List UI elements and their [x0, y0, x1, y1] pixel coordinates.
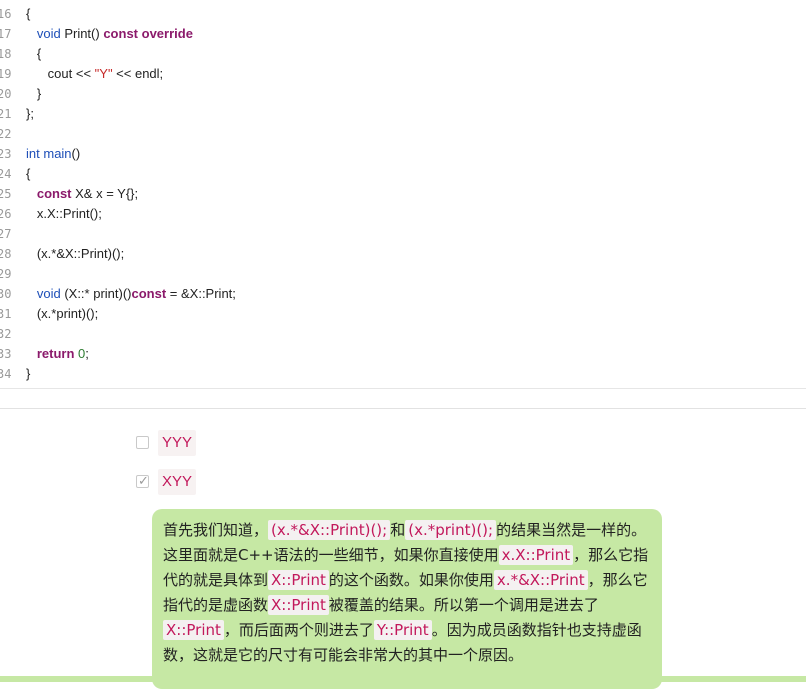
code-token: void	[36, 26, 61, 41]
explanation-segment: ，而后面两个则进去了	[223, 621, 374, 639]
code-token: {	[26, 6, 31, 21]
explanation-segment: 和	[390, 521, 406, 539]
code-text: {	[26, 4, 30, 24]
line-number: 31	[0, 307, 12, 321]
divider	[0, 408, 806, 409]
code-token: const	[131, 286, 167, 301]
code-token: ()	[71, 146, 81, 161]
explanation-text: 首先我们知道， (x.*&X::Print)(); 和 (x.*print)(); 的结…	[163, 518, 652, 668]
code-text: {	[26, 164, 30, 184]
code-text: int main()	[26, 144, 80, 164]
line-number: 25	[0, 187, 12, 201]
code-token: int	[26, 146, 40, 161]
code-token: = &X::Print;	[166, 286, 236, 301]
explanation-segment: 被覆盖的结果。所以第一个调用是进去了	[328, 596, 599, 614]
code-token: main	[43, 146, 72, 161]
code-text: void (X::* print)()const = &X::Print;	[26, 284, 236, 304]
code-token: cout <<	[26, 66, 95, 81]
code-text: cout << "Y" << endl;	[26, 64, 164, 84]
line-number: 22	[0, 127, 12, 141]
code-token: {	[26, 46, 42, 61]
line-number: 18	[0, 47, 12, 61]
line-number: 17	[0, 27, 12, 41]
line-number: 20	[0, 87, 12, 101]
line-number: 16	[0, 7, 12, 21]
line-number: 30	[0, 287, 12, 301]
code-token: (x.*print)();	[26, 306, 99, 321]
code-text: const X& x = Y{};	[26, 184, 138, 204]
option-label: XYY	[158, 469, 197, 495]
code-text: }	[26, 364, 30, 384]
inline-code: Y::Print	[373, 620, 432, 640]
inline-code: (x.*print)();	[405, 520, 497, 540]
explanation-bubble: 首先我们知道， (x.*&X::Print)(); 和 (x.*print)(); 的结…	[152, 509, 662, 689]
line-number: 28	[0, 247, 12, 261]
line-number: 27	[0, 227, 12, 241]
inline-code: (x.*&X::Print)();	[268, 520, 391, 540]
code-token: }	[26, 86, 42, 101]
explanation-segment: 的这个函数。如果你使用	[328, 571, 494, 589]
code-text: {	[26, 44, 41, 64]
line-number: 23	[0, 147, 12, 161]
line-number: 32	[0, 327, 12, 341]
line-number: 26	[0, 207, 12, 221]
code-token: }	[26, 366, 31, 381]
code-token: X& x = Y{};	[71, 186, 139, 201]
code-text: };	[26, 104, 34, 124]
code-token: x.X::Print();	[26, 206, 102, 221]
code-token: void	[36, 286, 61, 301]
code-text: return 0;	[26, 344, 89, 364]
checkbox[interactable]	[136, 436, 149, 449]
inline-code: X::Print	[163, 620, 224, 640]
code-token: return	[36, 346, 75, 361]
option-label: YYY	[158, 430, 197, 456]
code-text: (x.*print)();	[26, 304, 98, 324]
code-token: (x.*&X::Print)();	[26, 246, 125, 261]
code-token: const	[103, 26, 138, 41]
explanation-segment: 首先我们知道，	[163, 521, 269, 539]
code-token: (X::* print)()	[60, 286, 132, 301]
checkmark-icon: ✓	[138, 473, 149, 488]
checkbox-checked[interactable]: ✓	[136, 473, 149, 488]
code-text: x.X::Print();	[26, 204, 102, 224]
code-token: {	[26, 166, 31, 181]
line-number: 34	[0, 367, 12, 381]
code-text: }	[26, 84, 41, 104]
code-text: (x.*&X::Print)();	[26, 244, 124, 264]
code-token: Print()	[60, 26, 104, 41]
bottom-bar	[0, 676, 806, 682]
code-token: ;	[85, 346, 89, 361]
line-number: 21	[0, 107, 12, 121]
code-token: override	[141, 26, 193, 41]
line-number: 33	[0, 347, 12, 361]
inline-code: x.*&X::Print	[493, 570, 588, 590]
line-number: 29	[0, 267, 12, 281]
code-token: "Y"	[94, 66, 113, 81]
code-token: };	[26, 106, 34, 121]
code-block: 16{17 void Print() const override 18 {19 …	[0, 0, 806, 389]
code-token: << endl;	[112, 66, 164, 81]
code-token: const	[36, 186, 72, 201]
line-number: 24	[0, 167, 12, 181]
inline-code: x.X::Print	[498, 545, 574, 565]
code-text: void Print() const override	[26, 24, 193, 44]
inline-code: X::Print	[268, 570, 329, 590]
line-number: 19	[0, 67, 12, 81]
inline-code: X::Print	[268, 595, 329, 615]
